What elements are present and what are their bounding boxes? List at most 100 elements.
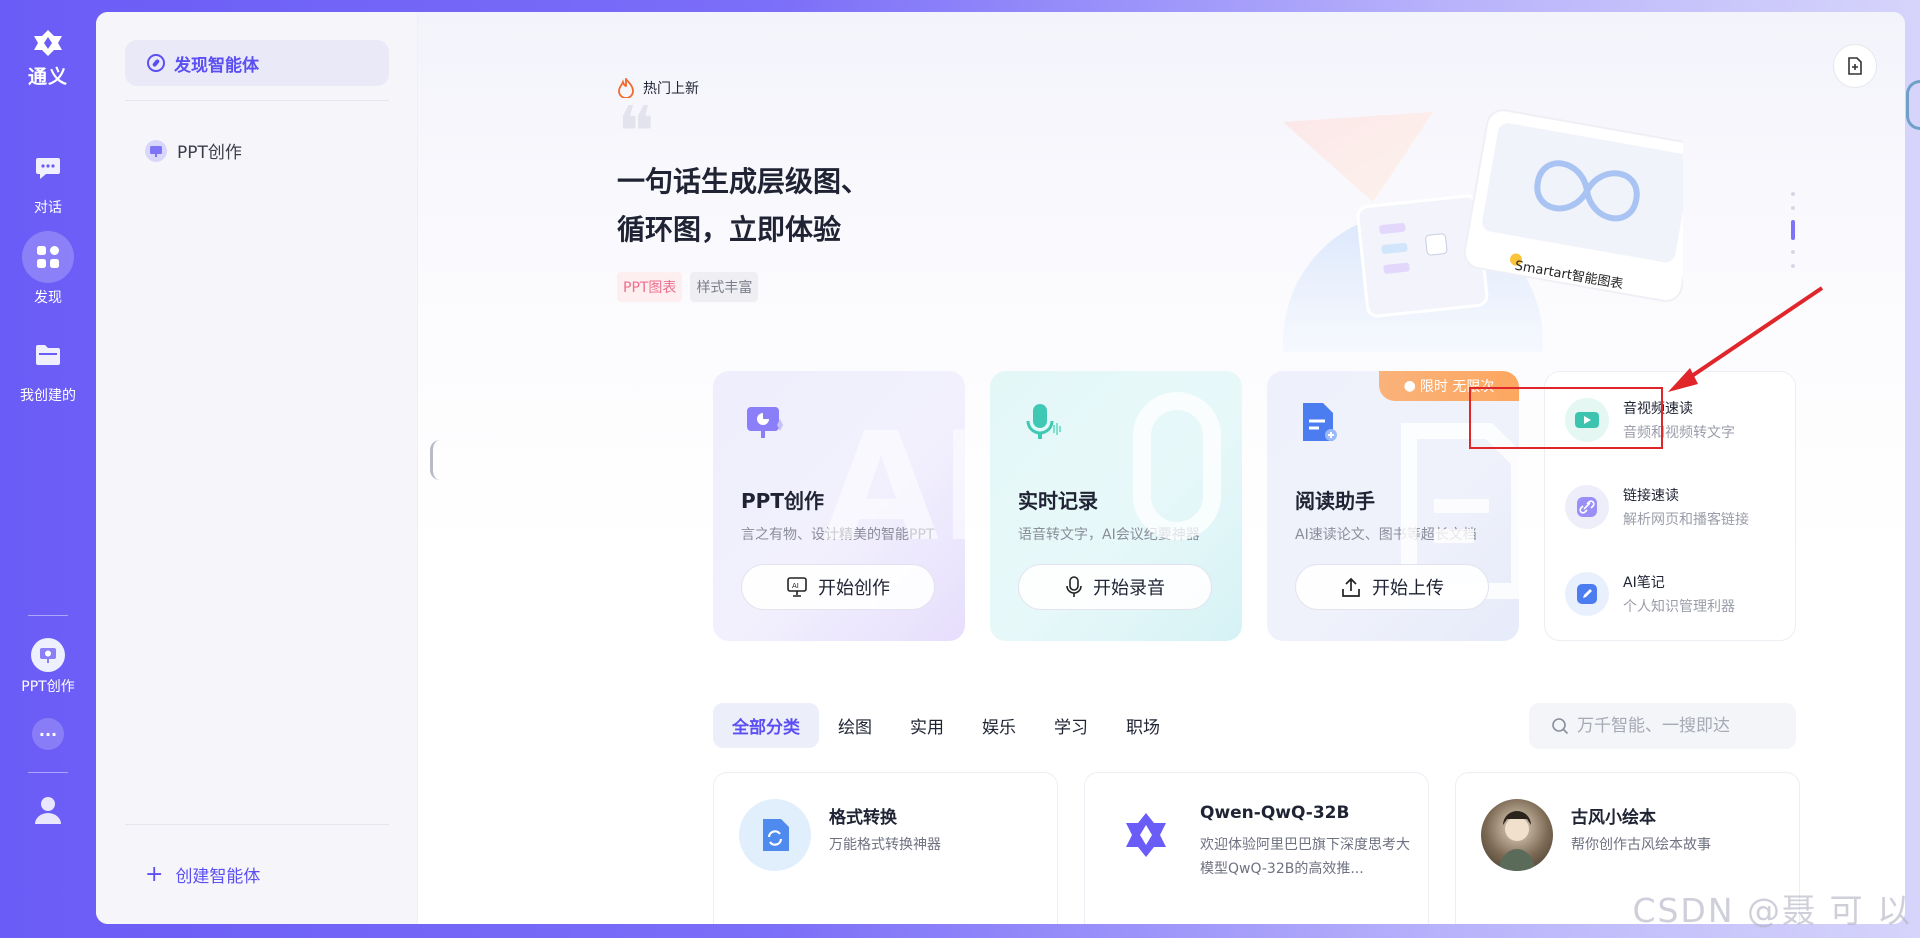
mini-tool-desc: 个人知识管理利器 xyxy=(1623,599,1735,615)
feature-card-record[interactable]: 实时记录 语音转文字，AI会议纪要神器 开始录音 xyxy=(990,371,1242,641)
pager-dot[interactable] xyxy=(1791,206,1795,210)
smartart-illustration: Smartart智能图表 xyxy=(1283,109,1683,352)
format-convert-icon xyxy=(739,799,811,871)
presentation-icon xyxy=(747,407,783,438)
annotation-highlight-box xyxy=(1469,387,1663,449)
floating-side-handle[interactable] xyxy=(1906,80,1920,130)
svg-text:AI: AI xyxy=(792,582,799,590)
rail-divider xyxy=(28,772,68,773)
apps-grid-icon xyxy=(37,246,59,268)
secondary-sidebar: 发现智能体 PPT创作 + 创建智能体 xyxy=(96,12,418,924)
tab-entertainment[interactable]: 娱乐 xyxy=(963,703,1035,748)
more-icon[interactable]: ··· xyxy=(32,718,64,750)
picturebook-avatar xyxy=(1481,799,1553,871)
mini-tool-link-reading[interactable]: 链接速读 解析网页和播客链接 xyxy=(1565,485,1749,529)
start-upload-button[interactable]: 开始上传 xyxy=(1295,564,1489,610)
agent-desc: 万能格式转换神器 xyxy=(829,837,941,853)
rail-item-discover[interactable]: 发现 xyxy=(22,231,74,307)
hero-tag: PPT图表 xyxy=(617,272,683,302)
agent-title: 格式转换 xyxy=(829,808,897,828)
tongyi-logo-icon xyxy=(33,30,62,56)
tab-workplace[interactable]: 职场 xyxy=(1107,703,1179,748)
agent-title: Qwen-QwQ-32B xyxy=(1200,803,1350,823)
start-create-button[interactable]: AI 开始创作 xyxy=(741,564,935,610)
tab-drawing[interactable]: 绘图 xyxy=(819,703,891,748)
mini-tool-title: AI笔记 xyxy=(1623,575,1665,591)
ppt-agent-avatar xyxy=(31,638,65,672)
bulb-icon: ● xyxy=(1403,378,1416,394)
rail-item-label: 对话 xyxy=(34,200,62,216)
app-logo[interactable]: 通义 xyxy=(28,28,68,89)
upload-icon xyxy=(1342,577,1360,597)
rail-recent-ppt[interactable]: PPT创作 xyxy=(21,638,75,696)
annotation-arrow-icon xyxy=(1668,286,1824,392)
rail-item-my-created[interactable]: 我创建的 xyxy=(20,329,76,405)
agent-desc: 帮你创作古风绘本故事 xyxy=(1571,837,1711,853)
sidebar-collapse-handle[interactable] xyxy=(430,440,440,480)
rail-item-label: PPT创作 xyxy=(21,679,75,695)
discover-content: 热门上新 ❝ 一句话生成层级图、 循环图，立即体验 PPT图表 样式丰富 Sma… xyxy=(418,12,1905,924)
sidebar-item-ppt[interactable]: PPT创作 xyxy=(145,138,242,163)
rail-divider xyxy=(28,615,68,616)
mic-watermark xyxy=(1133,392,1221,540)
mini-tool-title: 链接速读 xyxy=(1623,488,1679,504)
ai-presentation-icon: AI xyxy=(787,577,807,597)
category-tabs: 全部分类 绘图 实用 娱乐 学习 职场 xyxy=(713,703,1179,748)
create-agent-label: 创建智能体 xyxy=(175,867,261,887)
microphone-icon xyxy=(1066,576,1082,597)
sidebar-divider xyxy=(125,100,389,101)
rail-item-label: 发现 xyxy=(34,290,62,306)
feature-card-ppt[interactable]: AI PPT创作 言之有物、设计精美的智能PPT AI 开始创作 xyxy=(713,371,965,641)
tab-study[interactable]: 学习 xyxy=(1035,703,1107,748)
document-add-icon xyxy=(1303,403,1337,441)
tab-all[interactable]: 全部分类 xyxy=(713,703,819,748)
agent-card-qwq[interactable]: Qwen-QwQ-32B 欢迎体验阿里巴巴旗下深度思考大模型QwQ-32B的高效… xyxy=(1084,772,1429,924)
hot-new-label: 热门上新 xyxy=(643,81,699,97)
rail-item-label: 我创建的 xyxy=(20,388,76,404)
user-avatar[interactable] xyxy=(34,795,62,829)
agent-search[interactable] xyxy=(1529,703,1796,749)
hero-tag: 样式丰富 xyxy=(690,272,759,302)
mini-tool-ai-notes[interactable]: AI笔记 个人知识管理利器 xyxy=(1565,572,1735,616)
compass-icon xyxy=(147,54,165,72)
button-label: 开始录音 xyxy=(1093,578,1165,599)
plus-icon: + xyxy=(145,862,164,887)
pager-dot-active[interactable] xyxy=(1791,220,1795,240)
sidebar-item-label: PPT创作 xyxy=(177,143,242,163)
csdn-watermark: CSDN @聂 可 以 xyxy=(1632,891,1912,930)
create-agent-button[interactable]: + 创建智能体 xyxy=(145,862,260,887)
user-icon xyxy=(35,797,61,824)
hero-banner[interactable]: 热门上新 ❝ 一句话生成层级图、 循环图，立即体验 PPT图表 样式丰富 xyxy=(617,78,869,302)
main-window: 发现智能体 PPT创作 + 创建智能体 热门上新 ❝ 一句话生成层级图、 循环图… xyxy=(96,12,1905,924)
app-name: 通义 xyxy=(27,66,68,88)
banner-pager[interactable] xyxy=(1791,187,1795,273)
quote-mark-icon: ❝ xyxy=(617,91,655,173)
chat-icon xyxy=(36,158,60,179)
pager-dot[interactable] xyxy=(1791,264,1795,268)
start-record-button[interactable]: 开始录音 xyxy=(1018,564,1212,610)
rail-item-chat[interactable]: 对话 xyxy=(22,141,74,217)
ppt-agent-icon xyxy=(145,139,167,162)
hot-new-tag: 热门上新 xyxy=(617,78,869,98)
link-icon xyxy=(1565,485,1609,529)
agent-title: 古风小绘本 xyxy=(1571,808,1656,828)
pager-dot[interactable] xyxy=(1791,192,1795,196)
sidebar-item-label: 发现智能体 xyxy=(174,55,259,76)
presentation-icon xyxy=(40,648,56,663)
tab-practical[interactable]: 实用 xyxy=(891,703,963,748)
hero-title-line2: 循环图，立即体验 xyxy=(617,213,842,246)
document-export-icon xyxy=(1848,57,1862,75)
agent-desc: 欢迎体验阿里巴巴旗下深度思考大模型QwQ-32B的高效推... xyxy=(1200,837,1410,877)
left-rail: 通义 对话 发现 我创建的 PPT创作 ··· xyxy=(0,0,96,938)
mini-tool-desc: 解析网页和播客链接 xyxy=(1623,512,1749,528)
agent-card-format-convert[interactable]: 格式转换 万能格式转换神器 xyxy=(713,772,1058,924)
sidebar-divider xyxy=(125,824,389,825)
search-icon xyxy=(1552,718,1569,735)
hero-title-line1: 一句话生成层级图、 xyxy=(617,165,870,198)
button-label: 开始创作 xyxy=(818,578,890,599)
pager-dot[interactable] xyxy=(1791,250,1795,254)
export-button[interactable] xyxy=(1833,44,1877,88)
qwen-logo-icon xyxy=(1110,799,1182,871)
search-input[interactable] xyxy=(1577,716,1777,736)
sidebar-item-discover-agents[interactable]: 发现智能体 xyxy=(125,40,389,86)
